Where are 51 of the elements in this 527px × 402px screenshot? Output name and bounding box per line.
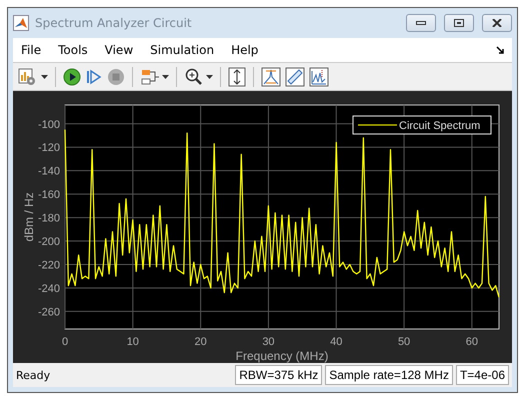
y-tick-label: -120 [38, 142, 60, 154]
peak-finder-button[interactable] [261, 66, 281, 87]
zoom-in-button[interactable] [184, 68, 213, 86]
settings-button[interactable] [17, 66, 48, 87]
y-tick-label: -240 [38, 283, 60, 296]
menu-item[interactable]: View [104, 43, 134, 58]
minimize-icon [416, 20, 426, 25]
caret-icon [41, 74, 48, 79]
maximize-icon [454, 18, 464, 27]
app-logo-icon [13, 14, 29, 31]
y-tick-label: -160 [38, 189, 60, 202]
y-tick-label: -260 [38, 306, 60, 319]
x-tick-label: 50 [398, 336, 410, 348]
x-tick-label: 0 [62, 336, 68, 348]
y-tick-label: -220 [38, 260, 60, 272]
ruler-button[interactable] [285, 66, 305, 87]
x-tick-label: 30 [262, 336, 275, 348]
menu-item[interactable]: Tools [58, 43, 88, 58]
status-field: RBW=375 kHz [235, 365, 322, 386]
x-tick-label: 20 [194, 336, 207, 348]
x-tick-label: 10 [126, 336, 139, 348]
status-field: T=4e-06 [456, 365, 509, 386]
legend-label: Circuit Spectrum [399, 120, 480, 132]
x-tick-label: 60 [466, 336, 478, 348]
x-axis-label: Frequency (MHz) [236, 349, 328, 364]
run-button[interactable] [63, 68, 81, 86]
menu-item[interactable]: Simulation [150, 43, 214, 58]
x-tick-label: 40 [330, 336, 342, 348]
legend: Circuit Spectrum [352, 116, 492, 135]
caret-icon [162, 74, 169, 79]
status-message: Ready [16, 368, 52, 382]
caret-icon [206, 74, 213, 79]
menu-item[interactable]: File [21, 43, 42, 58]
y-tick-label: -200 [38, 236, 60, 248]
dock-arrow-icon[interactable] [496, 46, 504, 54]
close-button[interactable] [482, 14, 512, 32]
window-title: Spectrum Analyzer Circuit [35, 16, 193, 30]
menu-item[interactable]: Help [231, 43, 258, 58]
maximize-button[interactable] [444, 14, 474, 32]
y-tick-label: -100 [38, 119, 60, 131]
autoscale-button[interactable] [228, 66, 246, 87]
signal-routing-button[interactable] [140, 68, 169, 86]
y-axis-label: dBm / Hz [22, 192, 36, 242]
minimize-button[interactable] [406, 14, 436, 32]
step-forward-button[interactable] [85, 68, 103, 86]
spectrum-measure-button[interactable] [309, 66, 329, 87]
stop-button[interactable] [107, 68, 125, 86]
y-tick-label: -140 [38, 166, 60, 178]
y-tick-label: -180 [38, 212, 60, 225]
status-field: Sample rate=128 MHz [325, 365, 453, 386]
close-icon [492, 18, 502, 27]
